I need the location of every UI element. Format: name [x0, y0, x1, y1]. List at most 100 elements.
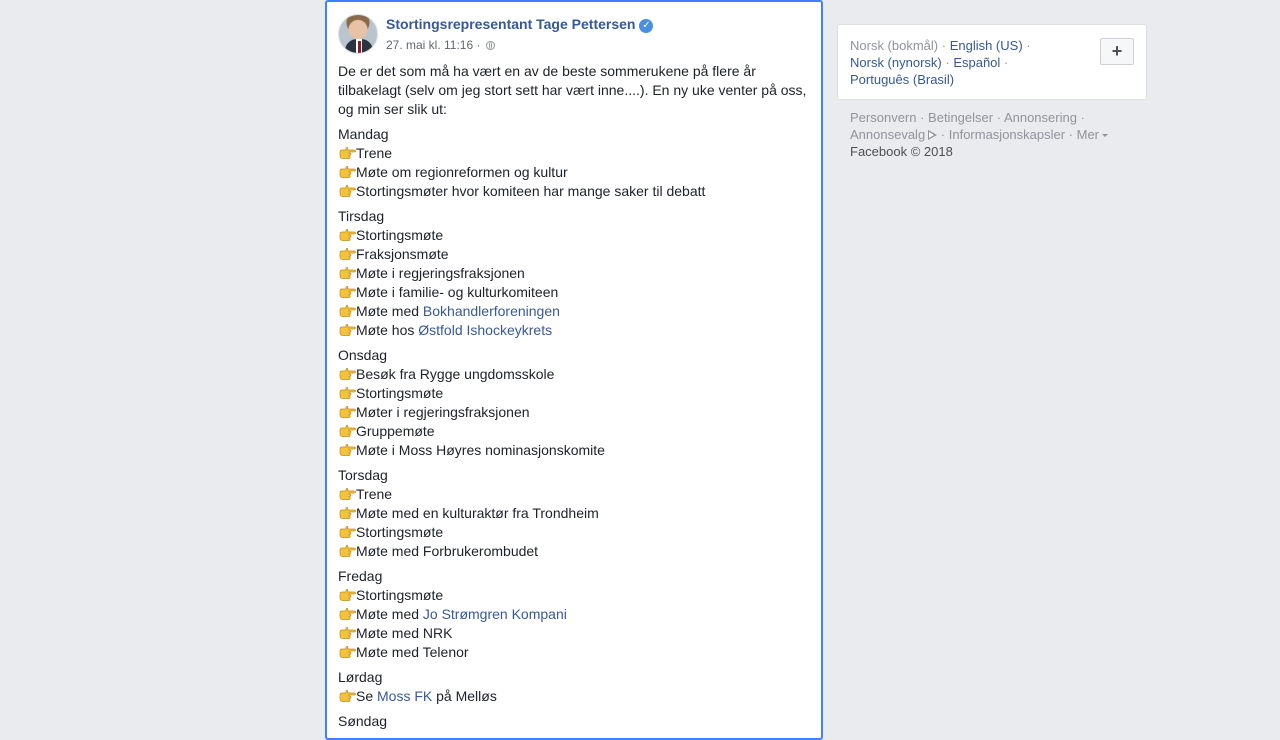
schedule-item: Besøk fra Rygge ungdomsskole [338, 365, 810, 384]
footer-link-informasjonskapsler[interactable]: Informasjonskapsler [949, 127, 1065, 142]
backhand-index-pointing-right-icon [338, 304, 356, 318]
day-heading: Mandag [338, 126, 389, 142]
schedule-item: Møte med Telenor [338, 643, 810, 662]
day-block: Lørdag Se Moss FK på Melløs [338, 668, 810, 706]
schedule-item-text: Møte med Forbrukerombudet [356, 543, 539, 559]
backhand-index-pointing-right-icon [338, 386, 356, 400]
schedule-item-text: Møte hos [356, 322, 419, 338]
globe-icon[interactable] [485, 41, 495, 50]
schedule-item: Møte med NRK [338, 624, 810, 643]
author-avatar[interactable] [338, 14, 378, 54]
post-intro: De er det som må ha vært en av de beste … [338, 63, 807, 117]
day-list: Mandag Trene Møte om regionreformen og kul… [338, 125, 810, 731]
backhand-index-pointing-right-icon [338, 424, 356, 438]
ad-choices-icon[interactable] [928, 130, 938, 140]
backhand-index-pointing-right-icon [338, 506, 356, 520]
schedule-item: Møte hos Østfold Ishockeykrets [338, 321, 810, 340]
verified-badge-icon: ✓ [639, 19, 654, 33]
schedule-item: Stortingsmøte [338, 226, 810, 245]
backhand-index-pointing-right-icon [338, 443, 356, 457]
schedule-item: Møte med Jo Strømgren Kompani [338, 605, 810, 624]
schedule-item-text: Møte i Moss Høyres nominasjonskomite [356, 442, 605, 458]
schedule-item-text: Møte med Telenor [356, 644, 469, 660]
backhand-index-pointing-right-icon [338, 689, 356, 703]
backhand-index-pointing-right-icon [338, 184, 356, 198]
schedule-item: Trene [338, 485, 810, 504]
backhand-index-pointing-right-icon [338, 228, 356, 242]
schedule-item-text: Stortingsmøte [356, 227, 444, 243]
backhand-index-pointing-right-icon [338, 645, 356, 659]
backhand-index-pointing-right-icon [338, 266, 356, 280]
schedule-item-text: Møte med [356, 606, 423, 622]
page-mention-link[interactable]: Jo Strømgren Kompani [423, 606, 567, 622]
backhand-index-pointing-right-icon [338, 405, 356, 419]
language-espanol-link[interactable]: Español [953, 55, 1000, 70]
schedule-item-text: Stortingsmøte [356, 587, 444, 603]
footer-link-betingelser[interactable]: Betingelser [928, 110, 993, 125]
language-list: Norsk (bokmål) · English (US) · Norsk (n… [850, 38, 1031, 87]
schedule-item: Stortingsmøte [338, 384, 810, 403]
day-heading: Tirsdag [338, 208, 385, 224]
language-portugues-link[interactable]: Português (Brasil) [850, 72, 954, 87]
schedule-item-text-after: på Melløs [432, 688, 497, 704]
schedule-item: Fraksjonsmøte [338, 245, 810, 264]
schedule-item-text: Gruppemøte [356, 423, 435, 439]
footer-copyright: Facebook © 2018 [850, 144, 953, 159]
backhand-index-pointing-right-icon [338, 607, 356, 621]
backhand-index-pointing-right-icon [338, 544, 356, 558]
day-block: Onsdag Besøk fra Rygge ungdomsskole Storti… [338, 346, 810, 460]
footer-link-personvern[interactable]: Personvern [850, 110, 916, 125]
author-name-link[interactable]: Stortingsrepresentant Tage Pettersen [386, 16, 635, 32]
footer-link-mer[interactable]: Mer [1077, 127, 1099, 142]
backhand-index-pointing-right-icon [338, 487, 356, 501]
backhand-index-pointing-right-icon [338, 525, 356, 539]
day-block: Tirsdag Stortingsmøte Fraksjonsmøte Møte i … [338, 207, 810, 340]
language-current: Norsk (bokmål) [850, 38, 939, 53]
post-body: De er det som må ha vært en av de beste … [338, 62, 810, 737]
schedule-item: Gruppemøte [338, 422, 810, 441]
schedule-item-text: Trene [356, 486, 393, 502]
schedule-item-text: Stortingsmøte [356, 385, 444, 401]
page-mention-link[interactable]: Bokhandlerforeningen [423, 303, 560, 319]
footer-link-annonsering[interactable]: Annonsering [1004, 110, 1077, 125]
schedule-item-text: Møte med en kulturaktør fra Trondheim [356, 505, 599, 521]
backhand-index-pointing-right-icon [338, 285, 356, 299]
schedule-item: Stortingsmøte [338, 586, 810, 605]
post-header: Stortingsrepresentant Tage Pettersen ✓ 27… [338, 14, 808, 56]
schedule-item-text: Stortingsmøte [356, 524, 444, 540]
schedule-item: Møte i familie- og kulturkomiteen [338, 283, 810, 302]
post-timestamp[interactable]: 27. mai kl. 11:16 [386, 38, 473, 52]
schedule-item: Møter i regjeringsfraksjonen [338, 403, 810, 422]
day-heading: Lørdag [338, 669, 383, 685]
schedule-item: Stortingsmøter hvor komiteen har mange s… [338, 182, 810, 201]
add-language-button[interactable]: + [1100, 38, 1134, 65]
schedule-item-text: Møter i regjeringsfraksjonen [356, 404, 530, 420]
language-card: Norsk (bokmål) · English (US) · Norsk (n… [837, 24, 1147, 100]
day-block: Fredag Stortingsmøte Møte med Jo Strømgren… [338, 567, 810, 662]
language-english-link[interactable]: English (US) [950, 38, 1023, 53]
chevron-down-icon[interactable] [1102, 134, 1109, 137]
footer-link-annonsevalg[interactable]: Annonsevalg [850, 127, 925, 142]
schedule-item-text: Stortingsmøter hvor komiteen har mange s… [356, 183, 706, 199]
schedule-item: Møte i regjeringsfraksjonen [338, 264, 810, 283]
schedule-item-text: Se [356, 688, 378, 704]
schedule-item: Møte i Moss Høyres nominasjonskomite [338, 441, 810, 460]
language-nynorsk-link[interactable]: Norsk (nynorsk) [850, 55, 942, 70]
backhand-index-pointing-right-icon [338, 165, 356, 179]
schedule-item-text: Møte om regionreformen og kultur [356, 164, 568, 180]
page-mention-link[interactable]: Moss FK [377, 688, 432, 704]
schedule-item-text: Møte med [356, 303, 423, 319]
meta-separator: · [473, 38, 484, 52]
schedule-item: Møte med en kulturaktør fra Trondheim [338, 504, 810, 523]
schedule-item: Trene [338, 144, 810, 163]
page-mention-link[interactable]: Østfold Ishockeykrets [418, 322, 552, 338]
schedule-item-text: Møte med NRK [356, 625, 453, 641]
schedule-item-text: Trene [356, 145, 393, 161]
schedule-item-text: Møte i familie- og kulturkomiteen [356, 284, 559, 300]
post-card: Stortingsrepresentant Tage Pettersen ✓ 27… [325, 0, 823, 740]
day-block: Søndag [338, 712, 810, 731]
backhand-index-pointing-right-icon [338, 247, 356, 261]
schedule-item-text: Møte i regjeringsfraksjonen [356, 265, 525, 281]
backhand-index-pointing-right-icon [338, 146, 356, 160]
schedule-item: Møte med Forbrukerombudet [338, 542, 810, 561]
